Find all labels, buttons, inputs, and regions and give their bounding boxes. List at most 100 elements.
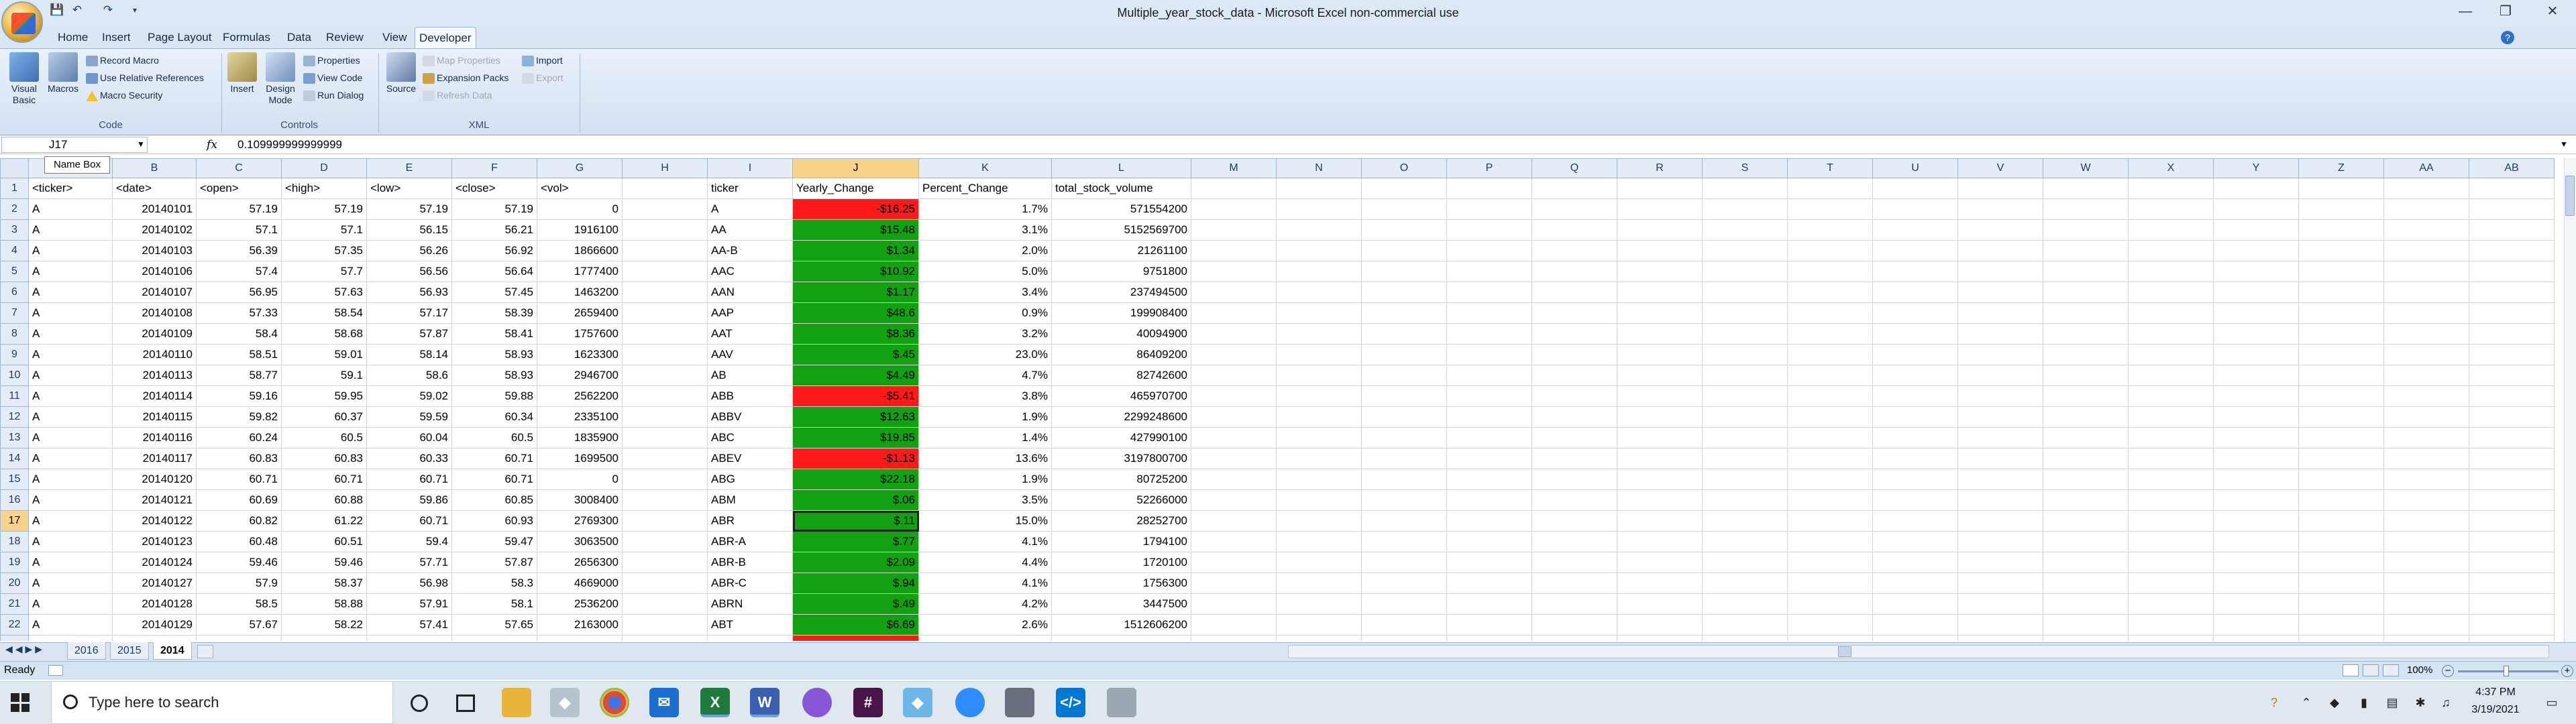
cell-i9[interactable]: AAV xyxy=(707,344,793,365)
sheet-tab-2014[interactable]: 2014 xyxy=(153,642,192,660)
sheet-tab-2016[interactable]: 2016 xyxy=(67,642,106,660)
cell-m9[interactable] xyxy=(1191,344,1277,365)
cell-d18[interactable]: 60.51 xyxy=(281,531,367,552)
cell-o6[interactable] xyxy=(1361,282,1447,303)
cell-o11[interactable] xyxy=(1361,385,1447,407)
cell[interactable] xyxy=(112,635,197,641)
cell-d14[interactable]: 60.83 xyxy=(281,448,367,469)
cell-j8[interactable]: $8.36 xyxy=(792,323,919,345)
cell-t13[interactable] xyxy=(1787,427,1873,448)
cell-t18[interactable] xyxy=(1787,531,1873,552)
cell-k19[interactable]: 4.4% xyxy=(918,552,1052,573)
cell-b12[interactable]: 20140115 xyxy=(112,406,197,428)
cell-a20[interactable]: A xyxy=(28,572,113,594)
cell-o18[interactable] xyxy=(1361,531,1447,552)
map-properties-button[interactable]: Map Properties xyxy=(423,52,500,68)
cell-j5[interactable]: $10.92 xyxy=(792,261,919,282)
cell-g2[interactable]: 0 xyxy=(537,198,623,220)
cell[interactable] xyxy=(622,635,708,641)
excel-icon[interactable]: X xyxy=(700,688,730,717)
cell-a8[interactable]: A xyxy=(28,323,113,345)
cell-x21[interactable] xyxy=(2128,593,2214,615)
cell-p21[interactable] xyxy=(1446,593,1532,615)
cell-j21[interactable]: $.49 xyxy=(792,593,919,615)
cell-j6[interactable]: $1.17 xyxy=(792,282,919,303)
cell-c13[interactable]: 60.24 xyxy=(196,427,282,448)
cell-h6[interactable] xyxy=(622,282,708,303)
cell-p17[interactable] xyxy=(1446,510,1532,532)
cell-z1[interactable] xyxy=(2298,178,2384,199)
cell-v20[interactable] xyxy=(1957,572,2043,594)
cell-t21[interactable] xyxy=(1787,593,1873,615)
row-header[interactable]: 19 xyxy=(0,552,29,573)
row-header[interactable]: 12 xyxy=(0,406,29,428)
cell-aa11[interactable] xyxy=(2383,385,2469,407)
cell-aa15[interactable] xyxy=(2383,469,2469,490)
cell-n2[interactable] xyxy=(1276,198,1362,220)
cell-y1[interactable] xyxy=(2213,178,2299,199)
cell-k5[interactable]: 5.0% xyxy=(918,261,1052,282)
cell-b22[interactable]: 20140129 xyxy=(112,614,197,636)
column-header-w[interactable]: W xyxy=(2043,158,2129,178)
macros-button[interactable]: Macros xyxy=(44,52,82,95)
cell-u8[interactable] xyxy=(1872,323,1958,345)
network-icon[interactable]: ▤ xyxy=(2383,693,2402,712)
cell-w9[interactable] xyxy=(2043,344,2129,365)
cell-w6[interactable] xyxy=(2043,282,2129,303)
cell-u22[interactable] xyxy=(1872,614,1958,636)
cell-d20[interactable]: 58.37 xyxy=(281,572,367,594)
cell-q16[interactable] xyxy=(1532,489,1617,511)
tab-page-layout[interactable]: Page Layout xyxy=(144,27,215,48)
row-header[interactable]: 9 xyxy=(0,344,29,365)
cell-m2[interactable] xyxy=(1191,198,1277,220)
cell-h20[interactable] xyxy=(622,572,708,594)
cell-i3[interactable]: AA xyxy=(707,219,793,241)
cell-r4[interactable] xyxy=(1617,240,1703,261)
column-header-k[interactable]: K xyxy=(918,158,1052,178)
row-header[interactable]: 4 xyxy=(0,240,29,261)
cell-m4[interactable] xyxy=(1191,240,1277,261)
cell-b10[interactable]: 20140113 xyxy=(112,365,197,386)
cell-r11[interactable] xyxy=(1617,385,1703,407)
cell-s19[interactable] xyxy=(1702,552,1788,573)
row-header[interactable]: 20 xyxy=(0,572,29,594)
cell-ab16[interactable] xyxy=(2469,489,2555,511)
row-header[interactable]: 2 xyxy=(0,198,29,220)
cell-u21[interactable] xyxy=(1872,593,1958,615)
cell-v18[interactable] xyxy=(1957,531,2043,552)
name-box[interactable]: J17 xyxy=(1,137,148,153)
cell-n15[interactable] xyxy=(1276,469,1362,490)
cell-o19[interactable] xyxy=(1361,552,1447,573)
cell-ab11[interactable] xyxy=(2469,385,2555,407)
zoom-out-icon[interactable]: − xyxy=(2442,665,2454,677)
column-header-d[interactable]: D xyxy=(281,158,367,178)
cell-z5[interactable] xyxy=(2298,261,2384,282)
cell-k16[interactable]: 3.5% xyxy=(918,489,1052,511)
cell-t9[interactable] xyxy=(1787,344,1873,365)
cell-ab5[interactable] xyxy=(2469,261,2555,282)
cell-i4[interactable]: AA-B xyxy=(707,240,793,261)
cell[interactable] xyxy=(2213,635,2299,641)
cell-o17[interactable] xyxy=(1361,510,1447,532)
cell-g5[interactable]: 1777400 xyxy=(537,261,623,282)
cell-r22[interactable] xyxy=(1617,614,1703,636)
cell-v11[interactable] xyxy=(1957,385,2043,407)
cell-m1[interactable] xyxy=(1191,178,1277,199)
cell-p9[interactable] xyxy=(1446,344,1532,365)
cell-v15[interactable] xyxy=(1957,469,2043,490)
cell-u6[interactable] xyxy=(1872,282,1958,303)
cell-p4[interactable] xyxy=(1446,240,1532,261)
cell-t20[interactable] xyxy=(1787,572,1873,594)
cell-z17[interactable] xyxy=(2298,510,2384,532)
cell-u17[interactable] xyxy=(1872,510,1958,532)
cell-m19[interactable] xyxy=(1191,552,1277,573)
cell-u1[interactable] xyxy=(1872,178,1958,199)
cell-m5[interactable] xyxy=(1191,261,1277,282)
cell-t19[interactable] xyxy=(1787,552,1873,573)
cell-x14[interactable] xyxy=(2128,448,2214,469)
cell-x4[interactable] xyxy=(2128,240,2214,261)
cell-l13[interactable]: 427990100 xyxy=(1051,427,1191,448)
cell-v2[interactable] xyxy=(1957,198,2043,220)
cell-a17[interactable]: A xyxy=(28,510,113,532)
cell-s2[interactable] xyxy=(1702,198,1788,220)
